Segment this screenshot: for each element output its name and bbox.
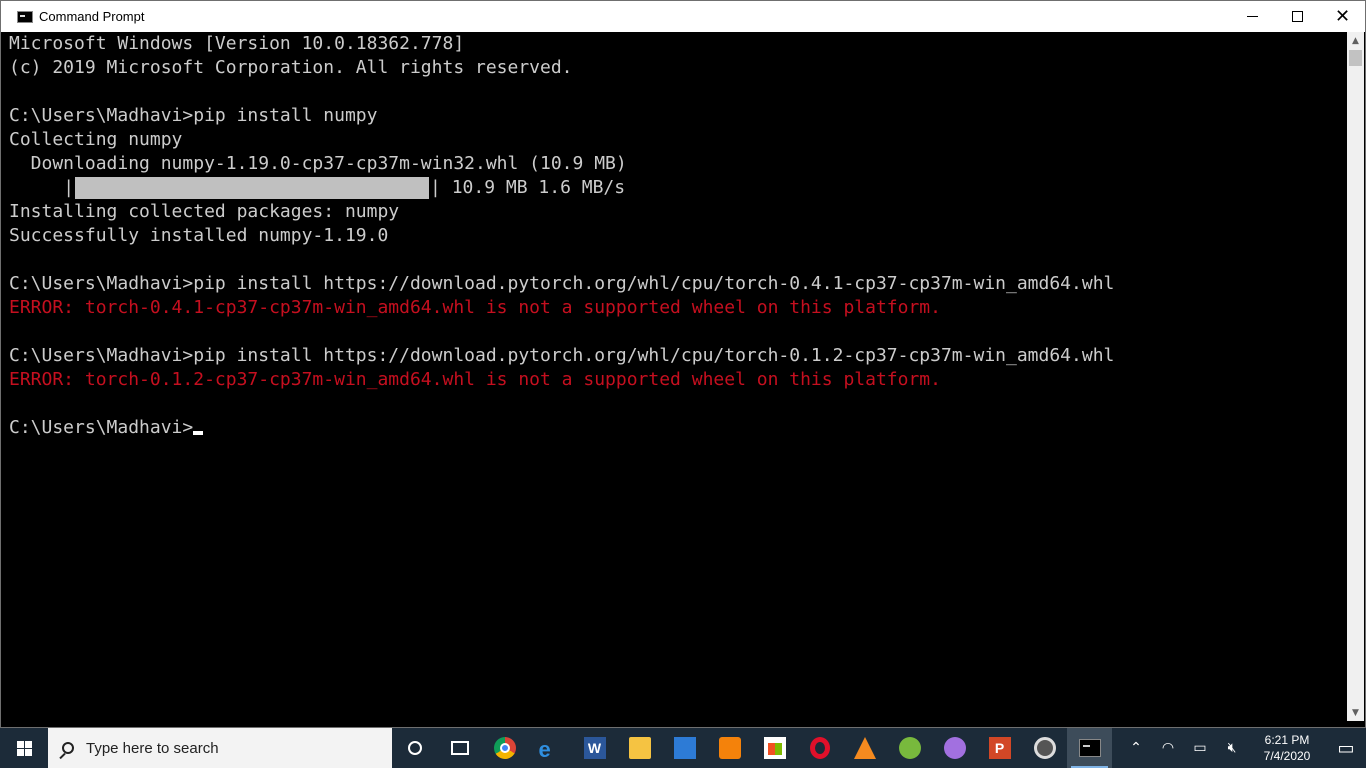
minimize-button[interactable] [1230,1,1275,32]
minimize-icon [1247,16,1258,17]
search-icon [62,742,74,754]
taskbar-button[interactable] [707,728,752,768]
taskbar-button[interactable] [797,728,842,768]
taskbar-button[interactable] [617,728,662,768]
console-line: Collecting numpy [9,129,183,150]
mail-icon [673,737,696,759]
taskbar-button[interactable] [662,728,707,768]
progress-fill [75,177,430,199]
close-button[interactable]: ✕ [1320,1,1365,32]
taskbar-button[interactable]: P [977,728,1022,768]
taskbar-button[interactable] [482,728,527,768]
system-tray: ⌃ ◠ ▭ 🔇︎ 6:21 PM 7/4/2020 ▭ [1120,728,1366,768]
scroll-up-arrow-icon[interactable]: ▲ [1347,32,1364,49]
taskbar-button[interactable] [392,728,437,768]
vlc-icon [853,737,876,759]
console-line: (c) 2019 Microsoft Corporation. All righ… [9,57,573,78]
taskbar-button[interactable]: W [572,728,617,768]
console-line: Successfully installed numpy-1.19.0 [9,225,389,246]
command-prompt-window: Command Prompt ✕ Microsoft Windows [Vers… [0,0,1366,728]
title-bar[interactable]: Command Prompt ✕ [1,1,1365,32]
task-view-icon [450,741,469,755]
cortana-icon [407,741,422,755]
console-line: Microsoft Windows [Version 10.0.18362.77… [9,33,465,54]
taskbar-button[interactable] [932,728,977,768]
taskbar-button[interactable] [752,728,797,768]
word-icon: W [583,737,606,759]
taskbar-button[interactable] [1022,728,1067,768]
powerpoint-icon: P [988,737,1011,759]
notifications-icon[interactable]: ▭ [1326,728,1366,768]
taskbar-button[interactable] [842,728,887,768]
window-controls: ✕ [1230,1,1365,32]
download-progress-bar: | | [63,177,452,199]
wifi-icon[interactable]: ◠ [1152,728,1184,768]
volume-muted-icon[interactable]: 🔇︎ [1216,728,1248,768]
sublime-text-icon [718,737,741,759]
console-line: C:\Users\Madhavi>pip install https://dow… [9,345,1115,366]
file-explorer-icon [628,737,651,759]
store-icon [763,737,786,759]
console-line: C:\Users\Madhavi>pip install numpy [9,105,378,126]
console-line: C:\Users\Madhavi>pip install https://dow… [9,273,1115,294]
windows-logo-icon [16,740,32,756]
close-icon: ✕ [1334,5,1351,27]
opera-icon [809,737,830,759]
text-cursor [193,431,204,435]
console-line: Downloading numpy-1.19.0-cp37-cp37m-win3… [9,153,627,174]
edge-icon: e [538,737,551,762]
scroll-thumb[interactable] [1349,50,1362,66]
search-placeholder: Type here to search [86,739,219,757]
taskbar-button[interactable] [887,728,932,768]
clock[interactable]: 6:21 PM 7/4/2020 [1248,728,1326,768]
clock-date: 7/4/2020 [1263,749,1311,763]
console-line: | | 10.9 MB 1.6 MB/s [63,177,626,199]
maximize-button[interactable] [1275,1,1320,32]
clock-time: 6:21 PM [1264,733,1310,747]
prompt-line: C:\Users\Madhavi> [9,416,1343,440]
command-prompt-icon [1078,739,1101,757]
taskbar-search[interactable]: Type here to search [48,728,392,768]
taskbar-button[interactable]: e [527,728,572,768]
error-line: ERROR: torch-0.1.2-cp37-cp37m-win_amd64.… [9,369,941,390]
taskbar-apps: eWP [392,728,1112,768]
taskbar: Type here to search e W P ⌃ ◠ ▭ 🔇︎ 6:21 PM… [0,728,1366,768]
show-hidden-icons-icon[interactable]: ⌃ [1120,728,1152,768]
app-icon [943,737,966,759]
paint-icon [898,737,921,759]
command-prompt-icon [17,10,33,23]
console-output[interactable]: Microsoft Windows [Version 10.0.18362.77… [9,32,1343,721]
error-line: ERROR: torch-0.4.1-cp37-cp37m-win_amd64.… [9,297,941,318]
maximize-icon [1292,11,1303,22]
battery-icon[interactable]: ▭ [1184,728,1216,768]
console-line: Installing collected packages: numpy [9,201,400,222]
media-player-icon [1033,737,1056,759]
taskbar-button[interactable] [437,728,482,768]
chrome-icon [493,737,516,759]
start-button[interactable] [0,728,48,768]
scroll-down-arrow-icon[interactable]: ▼ [1347,704,1364,721]
vertical-scrollbar[interactable]: ▲ ▼ [1347,32,1364,721]
window-title: Command Prompt [39,9,145,24]
taskbar-button[interactable] [1067,728,1112,768]
